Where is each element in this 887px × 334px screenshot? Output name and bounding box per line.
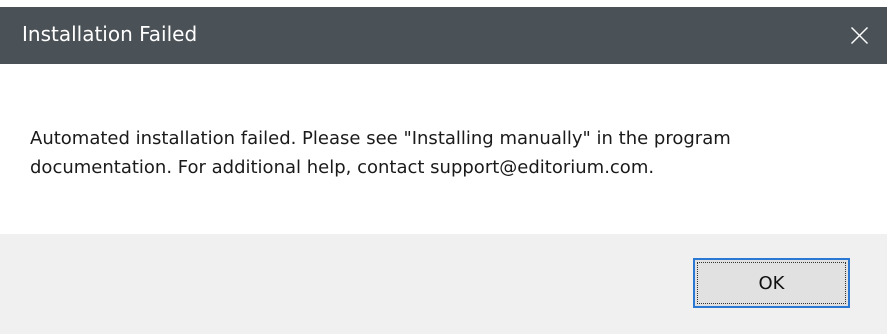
dialog-content: Automated installation failed. Please se… — [0, 64, 887, 234]
dialog-footer: OK — [0, 234, 887, 334]
error-dialog: Installation Failed Automated installati… — [0, 0, 887, 334]
close-icon — [851, 27, 868, 44]
window-title: Installation Failed — [22, 22, 198, 46]
close-button[interactable] — [831, 7, 887, 64]
error-message: Automated installation failed. Please se… — [30, 128, 731, 178]
title-bar[interactable]: Installation Failed — [0, 7, 887, 64]
ok-button[interactable]: OK — [693, 258, 850, 308]
